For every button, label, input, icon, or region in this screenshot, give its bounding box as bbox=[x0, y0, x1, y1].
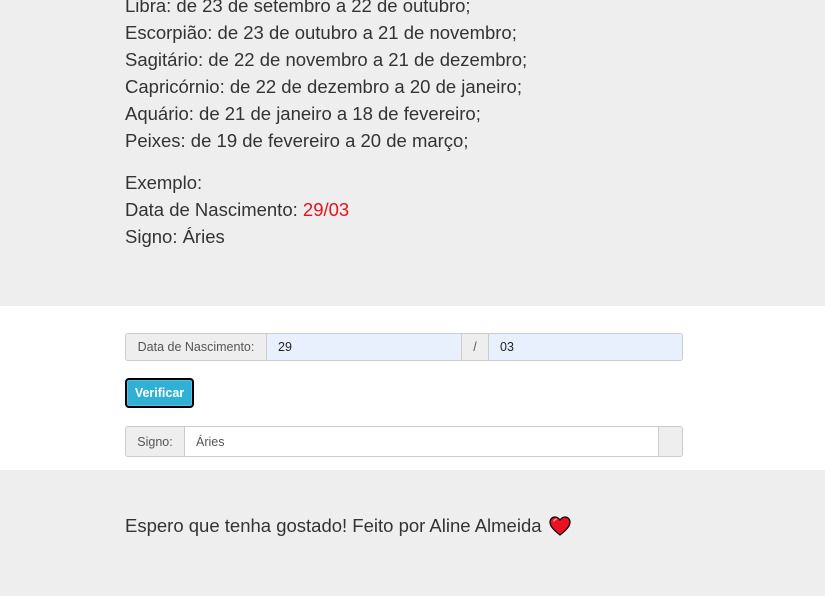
birth-date-label: Data de Nascimento: bbox=[126, 334, 267, 360]
birth-date-input-group: Data de Nascimento: 29 / 03 bbox=[125, 333, 683, 361]
example-heading: Exemplo: bbox=[125, 172, 203, 193]
sign-item-libra: Libra: de 23 de setembro a 22 de outubro… bbox=[125, 0, 471, 16]
heart-icon bbox=[548, 516, 571, 536]
sign-result-field: Áries bbox=[185, 427, 658, 456]
footer-text: Espero que tenha gostado! Feito por Alin… bbox=[125, 515, 542, 536]
example-block: Exemplo: Data de Nascimento: 29/03 Signo… bbox=[125, 169, 349, 250]
sign-result-group: Signo: Áries bbox=[125, 426, 683, 457]
sign-item-escorpiao: Escorpião: de 23 de outubro a 21 de nove… bbox=[125, 22, 517, 43]
day-input[interactable]: 29 bbox=[267, 334, 461, 360]
sign-result-label: Signo: bbox=[126, 427, 185, 456]
sign-result-addon bbox=[658, 427, 682, 456]
month-input[interactable]: 03 bbox=[489, 334, 682, 360]
sign-item-aquario: Aquário: de 21 de janeiro a 18 de fevere… bbox=[125, 103, 481, 124]
signs-list: Libra: de 23 de setembro a 22 de outubro… bbox=[125, 0, 527, 154]
example-birth-label: Data de Nascimento: bbox=[125, 199, 303, 220]
sign-item-capricornio: Capricórnio: de 22 de dezembro a 20 de j… bbox=[125, 76, 522, 97]
example-sign-line: Signo: Áries bbox=[125, 226, 225, 247]
footer: Espero que tenha gostado! Feito por Alin… bbox=[125, 514, 571, 538]
sign-item-sagitario: Sagitário: de 22 de novembro a 21 de dez… bbox=[125, 49, 528, 70]
date-separator: / bbox=[461, 334, 489, 360]
example-birth-value: 29/03 bbox=[302, 199, 350, 220]
verify-button[interactable]: Verificar bbox=[125, 378, 194, 408]
sign-item-peixes: Peixes: de 19 de fevereiro a 20 de março… bbox=[125, 130, 469, 151]
form-section: Data de Nascimento: 29 / 03 Verificar Si… bbox=[0, 306, 825, 470]
footer-section: Espero que tenha gostado! Feito por Alin… bbox=[0, 470, 825, 596]
example-birth-line: Data de Nascimento: 29/03 bbox=[125, 196, 349, 223]
signs-info-section: Libra: de 23 de setembro a 22 de outubro… bbox=[0, 0, 825, 306]
